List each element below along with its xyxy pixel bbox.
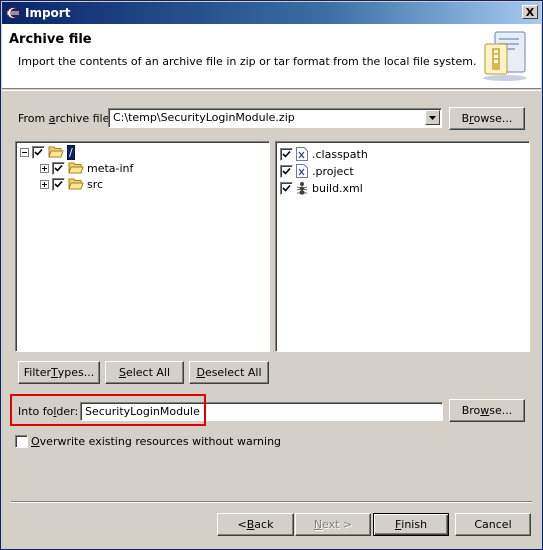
combo-dropdown-button[interactable] (425, 110, 440, 125)
checkmark-icon (282, 184, 291, 192)
close-button[interactable]: X (522, 5, 538, 19)
checkmark-icon (282, 150, 291, 158)
archive-file-combo[interactable]: C:\temp\SecurityLoginModule.zip (108, 108, 442, 128)
overwrite-label: Overwrite existing resources without war… (31, 434, 282, 448)
file-checkbox[interactable] (280, 181, 293, 195)
file-label: .project (312, 164, 354, 178)
file-checkbox[interactable] (280, 164, 293, 178)
chevron-down-icon (429, 115, 436, 120)
eclipse-icon (6, 6, 20, 20)
title-bar[interactable]: Import X (2, 2, 541, 24)
checkmark-icon (54, 164, 63, 172)
filter-types-button[interactable]: Filter Types... (18, 361, 100, 384)
cancel-button[interactable]: Cancel (455, 513, 531, 536)
highlight-box (10, 394, 206, 426)
checkmark-icon (282, 167, 291, 175)
file-checkbox[interactable] (280, 147, 293, 161)
open-folder-icon (68, 178, 84, 190)
overwrite-checkbox[interactable] (15, 434, 28, 448)
xml-file-icon (296, 147, 308, 161)
list-item-classpath[interactable]: .classpath (280, 146, 368, 162)
list-item-project[interactable]: .project (280, 163, 354, 179)
folder-browse-button[interactable]: Bro w se... (449, 399, 525, 422)
import-wizard-icon (483, 31, 527, 81)
open-folder-icon (68, 162, 84, 174)
page-description: Import the contents of an archive file i… (18, 55, 477, 68)
overwrite-option[interactable]: Overwrite existing resources without war… (15, 433, 281, 449)
select-all-button[interactable]: Select All (105, 361, 184, 384)
page-title: Archive file (9, 32, 92, 47)
expand-toggle-icon[interactable] (40, 179, 49, 189)
import-dialog: Import X Archive file Import the content… (0, 0, 543, 550)
tree-item-label: meta-inf (87, 161, 134, 175)
collapse-toggle-icon[interactable] (20, 147, 29, 157)
next-button[interactable]: Next > (295, 513, 371, 536)
archive-file-value: C:\temp\SecurityLoginModule.zip (113, 111, 295, 124)
list-item-build-xml[interactable]: build.xml (280, 180, 363, 196)
tree-root-row[interactable]: / (20, 144, 75, 160)
back-button[interactable]: < Back (217, 513, 294, 536)
file-label: build.xml (312, 181, 363, 195)
tree-item-label: src (87, 177, 104, 191)
xml-file-icon (296, 164, 308, 178)
tree-item-meta-inf[interactable]: meta-inf (40, 160, 133, 176)
window-title: Import (25, 6, 71, 20)
folder-tree-panel[interactable]: / meta-inf src (15, 141, 270, 352)
tree-item-src[interactable]: src (40, 176, 103, 192)
checkmark-icon (34, 148, 43, 156)
close-icon: X (525, 5, 535, 19)
tree-root-checkbox[interactable] (32, 145, 45, 159)
tree-item-checkbox[interactable] (52, 161, 65, 175)
checkmark-icon (54, 180, 63, 188)
banner-separator (2, 90, 541, 91)
archive-file-label: From archive file: (18, 112, 114, 125)
finish-button[interactable]: Finish (373, 513, 449, 536)
expand-toggle-icon[interactable] (40, 163, 49, 173)
wizard-banner: Archive file Import the contents of an a… (2, 24, 541, 89)
deselect-all-button[interactable]: Deselect All (189, 361, 269, 384)
tree-item-checkbox[interactable] (52, 177, 65, 191)
open-folder-icon (48, 146, 64, 158)
tree-root-label: / (67, 144, 75, 160)
ant-build-file-icon (296, 182, 308, 195)
file-list-panel[interactable]: .classpath .project build.xml (275, 141, 530, 352)
file-label: .classpath (312, 147, 368, 161)
footer-separator (11, 501, 532, 503)
archive-browse-button[interactable]: Br owse... (449, 107, 525, 130)
